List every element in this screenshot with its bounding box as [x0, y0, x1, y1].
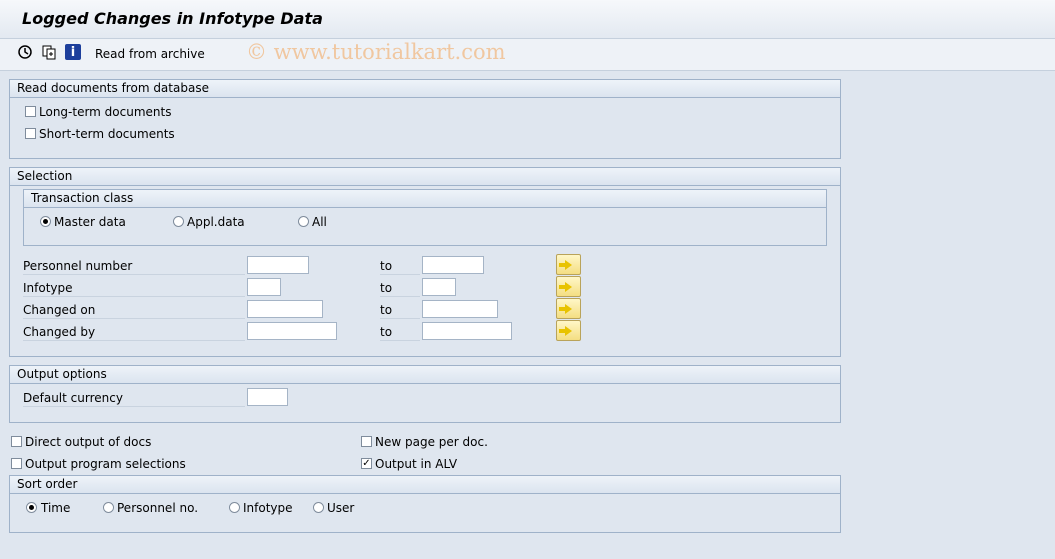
arrow-right-icon [559, 303, 572, 314]
output-alv-label: Output in ALV [375, 457, 458, 471]
sort-personnel-radio[interactable] [103, 502, 114, 513]
long-term-checkbox[interactable] [25, 106, 36, 117]
infotype-multiple-selection-button[interactable] [556, 276, 581, 297]
changed-on-label: Changed on [23, 302, 245, 319]
get-variant-icon[interactable] [41, 44, 57, 60]
sort-user-radio[interactable] [313, 502, 324, 513]
output-options-heading: Output options [10, 366, 840, 384]
long-term-label: Long-term documents [39, 105, 172, 119]
master-data-label: Master data [54, 215, 126, 229]
changed-on-from-input[interactable] [247, 300, 323, 318]
short-term-label: Short-term documents [39, 127, 175, 141]
changed-by-from-input[interactable] [247, 322, 337, 340]
arrow-right-icon [559, 281, 572, 292]
changed-on-to-input[interactable] [422, 300, 498, 318]
default-currency-input[interactable] [247, 388, 288, 406]
short-term-checkbox[interactable] [25, 128, 36, 139]
sort-time-label: Time [41, 501, 71, 515]
sort-user-label: User [327, 501, 355, 515]
infotype-to-input[interactable] [422, 278, 456, 296]
sort-order-heading: Sort order [10, 476, 840, 494]
arrow-right-icon [559, 259, 572, 270]
changed-by-multiple-selection-button[interactable] [556, 320, 581, 341]
all-label: All [312, 215, 327, 229]
arrow-right-icon [559, 325, 572, 336]
new-page-checkbox[interactable] [361, 436, 372, 447]
output-selections-checkbox[interactable] [11, 458, 22, 469]
sort-personnel-label: Personnel no. [117, 501, 199, 515]
new-page-label: New page per doc. [375, 435, 488, 449]
transaction-class-heading: Transaction class [24, 190, 826, 208]
personnel-number-label: Personnel number [23, 258, 245, 275]
personnel-number-from-input[interactable] [247, 256, 309, 274]
output-selections-label: Output program selections [25, 457, 186, 471]
sort-infotype-radio[interactable] [229, 502, 240, 513]
transaction-class-group: Transaction class [23, 189, 827, 246]
sort-infotype-label: Infotype [243, 501, 293, 515]
direct-output-label: Direct output of docs [25, 435, 152, 449]
personnel-number-multiple-selection-button[interactable] [556, 254, 581, 275]
sort-time-radio[interactable] [26, 502, 37, 513]
selection-heading: Selection [10, 168, 840, 186]
direct-output-checkbox[interactable] [11, 436, 22, 447]
watermark: © www.tutorialkart.com [246, 40, 506, 64]
infotype-to-label: to [380, 280, 420, 297]
read-from-archive-button[interactable]: Read from archive [95, 46, 205, 62]
appl-data-radio[interactable] [173, 216, 184, 227]
infotype-from-input[interactable] [247, 278, 281, 296]
page-title: Logged Changes in Infotype Data [22, 9, 323, 28]
read-documents-heading: Read documents from database [10, 80, 840, 98]
personnel-number-to-input[interactable] [422, 256, 484, 274]
output-alv-checkbox[interactable]: ✓ [361, 458, 372, 469]
master-data-radio[interactable] [40, 216, 51, 227]
changed-by-to-label: to [380, 324, 420, 341]
changed-on-multiple-selection-button[interactable] [556, 298, 581, 319]
information-icon[interactable]: i [65, 44, 81, 60]
execute-clock-icon[interactable] [17, 44, 33, 60]
personnel-number-to-label: to [380, 258, 420, 275]
appl-data-label: Appl.data [187, 215, 245, 229]
changed-by-to-input[interactable] [422, 322, 512, 340]
default-currency-label: Default currency [23, 390, 245, 407]
changed-on-to-label: to [380, 302, 420, 319]
infotype-label: Infotype [23, 280, 245, 297]
all-radio[interactable] [298, 216, 309, 227]
changed-by-label: Changed by [23, 324, 245, 341]
